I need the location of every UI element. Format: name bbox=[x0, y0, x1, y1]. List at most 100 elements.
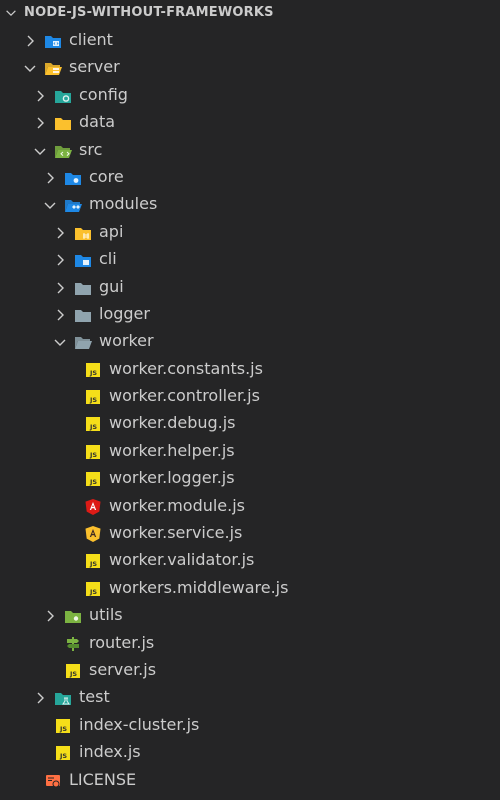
tree-item-folder[interactable]: utils bbox=[0, 602, 500, 629]
js-file-icon: JS bbox=[84, 580, 102, 598]
tree-item-label: workers.middleware.js bbox=[109, 577, 289, 597]
chevron-right-icon[interactable] bbox=[52, 280, 68, 296]
file-explorer: NODE-JS-WITHOUT-FRAMEWORKS client server… bbox=[0, 0, 500, 800]
gray-folder-open-icon bbox=[74, 333, 92, 351]
tree-item-file[interactable]: JS worker.helper.js bbox=[0, 438, 500, 465]
tree-item-folder[interactable]: modules bbox=[0, 191, 500, 218]
tree-item-file[interactable]: JS index-cluster.js bbox=[0, 712, 500, 739]
svg-text:JS: JS bbox=[89, 478, 97, 486]
tree-item-label: api bbox=[99, 221, 124, 241]
tree-item-label: utils bbox=[89, 605, 123, 625]
chevron-down-icon[interactable] bbox=[4, 6, 18, 20]
tree-item-file[interactable]: JS server.js bbox=[0, 657, 500, 684]
folder-icon bbox=[54, 114, 72, 132]
client-folder-icon bbox=[44, 32, 62, 50]
angular-service-icon bbox=[84, 525, 102, 543]
tree-item-label: index-cluster.js bbox=[79, 714, 200, 734]
tree-item-label: worker.service.js bbox=[109, 523, 243, 543]
tree-item-folder[interactable]: cli bbox=[0, 246, 500, 273]
chevron-right-icon[interactable] bbox=[52, 307, 68, 323]
tree-item-file[interactable]: JS worker.controller.js bbox=[0, 383, 500, 410]
tree-item-label: modules bbox=[89, 194, 158, 214]
chevron-down-icon[interactable] bbox=[52, 334, 68, 350]
gray-folder-icon bbox=[74, 306, 92, 324]
svg-text:JS: JS bbox=[69, 670, 77, 678]
chevron-right-icon[interactable] bbox=[22, 33, 38, 49]
svg-text:JS: JS bbox=[59, 725, 67, 733]
tree-item-label: worker.constants.js bbox=[109, 358, 263, 378]
tree-item-folder[interactable]: api bbox=[0, 219, 500, 246]
tree-item-label: cli bbox=[99, 249, 117, 269]
tree-item-label: client bbox=[69, 30, 113, 49]
tree-item-file[interactable]: router.js bbox=[0, 630, 500, 657]
tree-item-folder[interactable]: worker bbox=[0, 328, 500, 355]
tree-item-file[interactable]: JS worker.logger.js bbox=[0, 465, 500, 492]
tree-item-label: src bbox=[79, 139, 103, 159]
tree-item-label: router.js bbox=[89, 632, 155, 652]
tree-item-file[interactable]: worker.module.js bbox=[0, 493, 500, 520]
modules-folder-open-icon bbox=[64, 196, 82, 214]
js-file-icon: JS bbox=[84, 443, 102, 461]
svg-text:JS: JS bbox=[89, 588, 97, 596]
tree-item-label: worker.module.js bbox=[109, 495, 246, 515]
svg-text:JS: JS bbox=[59, 752, 67, 760]
tree-item-folder[interactable]: src bbox=[0, 137, 500, 164]
tree-item-label: worker.debug.js bbox=[109, 413, 236, 433]
tree-item-file[interactable]: JS worker.validator.js bbox=[0, 547, 500, 574]
tree-item-label: server bbox=[69, 57, 120, 77]
tree-item-label: config bbox=[79, 84, 128, 104]
tree-item-file[interactable]: JS workers.middleware.js bbox=[0, 575, 500, 602]
svg-text:JS: JS bbox=[89, 423, 97, 431]
tree-item-label: server.js bbox=[89, 659, 157, 679]
chevron-right-icon[interactable] bbox=[42, 608, 58, 624]
tree-item-folder[interactable]: core bbox=[0, 164, 500, 191]
js-file-icon: JS bbox=[84, 415, 102, 433]
tree-item-file[interactable]: JS index.js bbox=[0, 739, 500, 766]
tree-item-file[interactable]: JS worker.debug.js bbox=[0, 410, 500, 437]
js-file-icon: JS bbox=[84, 388, 102, 406]
tree-item-label: worker.controller.js bbox=[109, 386, 260, 406]
js-file-icon: JS bbox=[64, 662, 82, 680]
tree-item-label: core bbox=[89, 166, 124, 186]
explorer-section-title: NODE-JS-WITHOUT-FRAMEWORKS bbox=[24, 5, 274, 20]
tree-item-folder[interactable]: logger bbox=[0, 301, 500, 328]
svg-text:JS: JS bbox=[89, 396, 97, 404]
router-icon bbox=[64, 635, 82, 653]
gray-folder-icon bbox=[74, 279, 92, 297]
core-folder-icon bbox=[64, 169, 82, 187]
tree-item-label: LICENSE bbox=[69, 769, 137, 789]
chevron-down-icon[interactable] bbox=[42, 197, 58, 213]
tree-item-file[interactable]: worker.service.js bbox=[0, 520, 500, 547]
js-file-icon: JS bbox=[84, 361, 102, 379]
tree-item-folder[interactable]: server bbox=[0, 54, 500, 81]
tree-item-folder[interactable]: data bbox=[0, 109, 500, 136]
tree-item-label: logger bbox=[99, 303, 150, 323]
chevron-right-icon[interactable] bbox=[32, 88, 48, 104]
chevron-right-icon[interactable] bbox=[32, 115, 48, 131]
chevron-right-icon[interactable] bbox=[32, 690, 48, 706]
svg-text:JS: JS bbox=[89, 451, 97, 459]
chevron-down-icon[interactable] bbox=[32, 143, 48, 159]
tree-item-folder[interactable]: client bbox=[0, 27, 500, 54]
tree-item-label: worker.validator.js bbox=[109, 550, 255, 570]
config-folder-icon bbox=[54, 87, 72, 105]
chevron-right-icon[interactable] bbox=[52, 225, 68, 241]
cli-folder-icon bbox=[74, 251, 92, 269]
chevron-right-icon[interactable] bbox=[52, 252, 68, 268]
tree-item-label: worker bbox=[99, 331, 154, 351]
angular-module-icon bbox=[84, 498, 102, 516]
tree-item-label: index.js bbox=[79, 742, 141, 762]
tree-item-file[interactable]: LICENSE bbox=[0, 767, 500, 794]
tree-item-file[interactable]: JS worker.constants.js bbox=[0, 356, 500, 383]
tree-item-label: gui bbox=[99, 276, 124, 296]
tree-item-folder[interactable]: gui bbox=[0, 274, 500, 301]
tree-item-folder[interactable]: test bbox=[0, 684, 500, 711]
svg-text:JS: JS bbox=[89, 560, 97, 568]
js-file-icon: JS bbox=[54, 717, 72, 735]
chevron-right-icon[interactable] bbox=[42, 170, 58, 186]
tree-item-folder[interactable]: config bbox=[0, 82, 500, 109]
chevron-down-icon[interactable] bbox=[22, 60, 38, 76]
server-folder-open-icon bbox=[44, 59, 62, 77]
license-icon bbox=[44, 772, 62, 790]
explorer-section-header[interactable]: NODE-JS-WITHOUT-FRAMEWORKS bbox=[0, 0, 500, 27]
